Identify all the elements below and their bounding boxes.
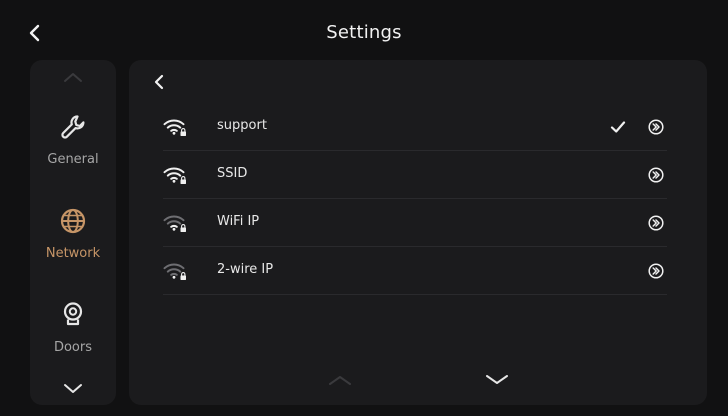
wifi-lock-icon — [163, 215, 186, 232]
network-row-support[interactable]: support — [163, 103, 667, 151]
network-name: WiFi IP — [217, 214, 260, 229]
sidebar-item-label: General — [47, 152, 99, 167]
wifi-lock-icon — [163, 263, 186, 280]
check-icon — [610, 121, 626, 133]
chevron-right-circle-icon[interactable] — [647, 118, 665, 136]
chevron-right-circle-icon[interactable] — [647, 262, 665, 280]
network-row-2-wire-ip[interactable]: 2-wire IP — [163, 247, 667, 295]
wifi-lock-icon — [163, 167, 186, 184]
network-panel: support SSID WiFi IP 2-wire IP — [129, 60, 707, 405]
globe-icon — [60, 208, 86, 234]
chevron-right-circle-icon[interactable] — [647, 214, 665, 232]
top-bar: Settings — [0, 0, 728, 64]
sidebar-scroll-down-icon[interactable] — [61, 382, 85, 396]
sidebar-item-general[interactable]: General — [30, 112, 116, 167]
panel-back-button[interactable] — [149, 72, 169, 92]
page-down-icon[interactable] — [482, 372, 512, 388]
network-row-wifi-ip[interactable]: WiFi IP — [163, 199, 667, 247]
sidebar-item-label: Doors — [53, 340, 93, 355]
network-name: 2-wire IP — [217, 262, 274, 277]
page-up-icon[interactable] — [325, 372, 355, 388]
sidebar: General Network Doors — [30, 60, 116, 405]
sidebar-scroll-up-icon[interactable] — [61, 70, 85, 84]
sidebar-item-label: Network — [45, 246, 101, 261]
wifi-lock-icon — [163, 119, 186, 136]
page-title: Settings — [326, 22, 402, 43]
network-row-ssid[interactable]: SSID — [163, 151, 667, 199]
sidebar-item-network[interactable]: Network — [30, 206, 116, 261]
divider — [163, 294, 667, 295]
chevron-right-circle-icon[interactable] — [647, 166, 665, 184]
network-name: support — [217, 118, 267, 133]
wrench-icon — [61, 115, 85, 139]
sidebar-item-doors[interactable]: Doors — [30, 300, 116, 355]
network-name: SSID — [217, 166, 248, 181]
doorbell-camera-icon — [63, 302, 83, 326]
